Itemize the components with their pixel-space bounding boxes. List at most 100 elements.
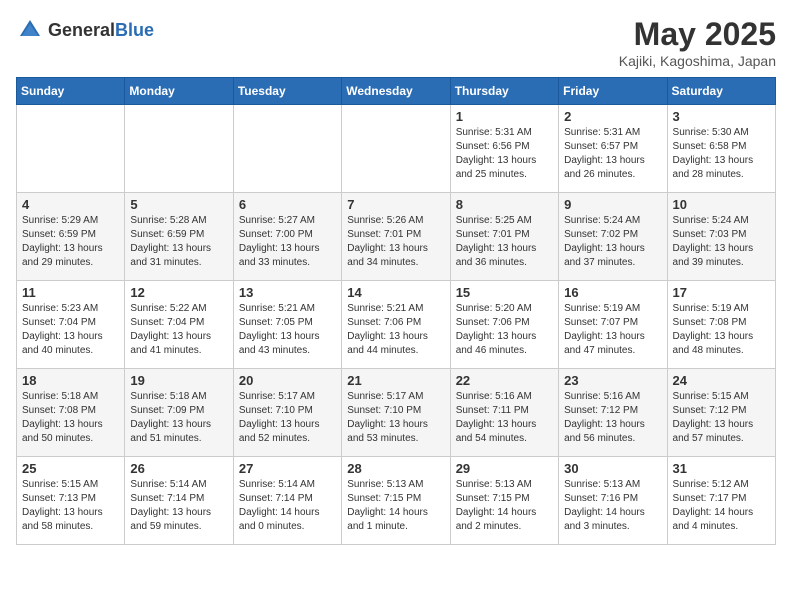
day-info: Sunrise: 5:20 AM Sunset: 7:06 PM Dayligh… xyxy=(456,302,553,358)
weekday-header-thursday: Thursday xyxy=(450,78,558,105)
weekday-row: SundayMondayTuesdayWednesdayThursdayFrid… xyxy=(17,78,776,105)
calendar-header: SundayMondayTuesdayWednesdayThursdayFrid… xyxy=(17,78,776,105)
logo: GeneralBlue xyxy=(16,16,154,44)
calendar-cell xyxy=(125,105,233,193)
calendar-cell: 23 Sunrise: 5:16 AM Sunset: 7:12 PM Dayli… xyxy=(559,369,667,457)
day-number: 24 xyxy=(673,373,770,388)
calendar-cell: 5 Sunrise: 5:28 AM Sunset: 6:59 PM Daylig… xyxy=(125,193,233,281)
day-number: 23 xyxy=(564,373,661,388)
calendar-cell: 8 Sunrise: 5:25 AM Sunset: 7:01 PM Daylig… xyxy=(450,193,558,281)
calendar-table: SundayMondayTuesdayWednesdayThursdayFrid… xyxy=(16,77,776,545)
calendar-week-4: 25 Sunrise: 5:15 AM Sunset: 7:13 PM Dayli… xyxy=(17,457,776,545)
weekday-header-monday: Monday xyxy=(125,78,233,105)
day-number: 20 xyxy=(239,373,336,388)
day-number: 6 xyxy=(239,197,336,212)
day-info: Sunrise: 5:14 AM Sunset: 7:14 PM Dayligh… xyxy=(239,478,336,534)
calendar-cell: 17Sunrise: 5:19 AM Sunset: 7:08 PM Dayli… xyxy=(667,281,775,369)
day-info: Sunrise: 5:14 AM Sunset: 7:14 PM Dayligh… xyxy=(130,478,227,534)
month-title: May 2025 xyxy=(619,16,776,53)
day-number: 1 xyxy=(456,109,553,124)
calendar-cell: 30 Sunrise: 5:13 AM Sunset: 7:16 PM Dayli… xyxy=(559,457,667,545)
day-number: 17 xyxy=(673,285,770,300)
calendar-week-1: 4 Sunrise: 5:29 AM Sunset: 6:59 PM Daylig… xyxy=(17,193,776,281)
calendar-week-2: 11Sunrise: 5:23 AM Sunset: 7:04 PM Dayli… xyxy=(17,281,776,369)
day-number: 12 xyxy=(130,285,227,300)
day-number: 21 xyxy=(347,373,444,388)
calendar-cell: 18 Sunrise: 5:18 AM Sunset: 7:08 PM Dayli… xyxy=(17,369,125,457)
day-number: 16 xyxy=(564,285,661,300)
weekday-header-saturday: Saturday xyxy=(667,78,775,105)
logo-icon xyxy=(16,16,44,44)
day-info: Sunrise: 5:18 AM Sunset: 7:08 PM Dayligh… xyxy=(22,390,119,446)
calendar-cell: 25 Sunrise: 5:15 AM Sunset: 7:13 PM Dayli… xyxy=(17,457,125,545)
calendar-cell xyxy=(342,105,450,193)
day-info: Sunrise: 5:26 AM Sunset: 7:01 PM Dayligh… xyxy=(347,214,444,270)
day-number: 13 xyxy=(239,285,336,300)
day-info: Sunrise: 5:25 AM Sunset: 7:01 PM Dayligh… xyxy=(456,214,553,270)
day-info: Sunrise: 5:21 AM Sunset: 7:06 PM Dayligh… xyxy=(347,302,444,358)
day-number: 26 xyxy=(130,461,227,476)
day-info: Sunrise: 5:19 AM Sunset: 7:07 PM Dayligh… xyxy=(564,302,661,358)
day-info: Sunrise: 5:13 AM Sunset: 7:16 PM Dayligh… xyxy=(564,478,661,534)
day-info: Sunrise: 5:31 AM Sunset: 6:56 PM Dayligh… xyxy=(456,126,553,182)
day-number: 25 xyxy=(22,461,119,476)
day-info: Sunrise: 5:31 AM Sunset: 6:57 PM Dayligh… xyxy=(564,126,661,182)
day-number: 4 xyxy=(22,197,119,212)
calendar-cell: 26 Sunrise: 5:14 AM Sunset: 7:14 PM Dayli… xyxy=(125,457,233,545)
day-info: Sunrise: 5:28 AM Sunset: 6:59 PM Dayligh… xyxy=(130,214,227,270)
weekday-header-tuesday: Tuesday xyxy=(233,78,341,105)
calendar-cell: 31 Sunrise: 5:12 AM Sunset: 7:17 PM Dayli… xyxy=(667,457,775,545)
day-info: Sunrise: 5:29 AM Sunset: 6:59 PM Dayligh… xyxy=(22,214,119,270)
calendar-cell: 4 Sunrise: 5:29 AM Sunset: 6:59 PM Daylig… xyxy=(17,193,125,281)
day-number: 19 xyxy=(130,373,227,388)
day-number: 8 xyxy=(456,197,553,212)
calendar-cell: 27 Sunrise: 5:14 AM Sunset: 7:14 PM Dayli… xyxy=(233,457,341,545)
calendar-cell: 19 Sunrise: 5:18 AM Sunset: 7:09 PM Dayli… xyxy=(125,369,233,457)
logo-blue: Blue xyxy=(115,20,154,40)
day-info: Sunrise: 5:16 AM Sunset: 7:11 PM Dayligh… xyxy=(456,390,553,446)
calendar-cell: 11Sunrise: 5:23 AM Sunset: 7:04 PM Dayli… xyxy=(17,281,125,369)
calendar-cell: 6 Sunrise: 5:27 AM Sunset: 7:00 PM Daylig… xyxy=(233,193,341,281)
calendar-cell: 29Sunrise: 5:13 AM Sunset: 7:15 PM Dayli… xyxy=(450,457,558,545)
day-info: Sunrise: 5:21 AM Sunset: 7:05 PM Dayligh… xyxy=(239,302,336,358)
calendar-cell xyxy=(17,105,125,193)
calendar-cell xyxy=(233,105,341,193)
day-info: Sunrise: 5:13 AM Sunset: 7:15 PM Dayligh… xyxy=(347,478,444,534)
day-info: Sunrise: 5:18 AM Sunset: 7:09 PM Dayligh… xyxy=(130,390,227,446)
calendar-cell: 7 Sunrise: 5:26 AM Sunset: 7:01 PM Daylig… xyxy=(342,193,450,281)
day-number: 2 xyxy=(564,109,661,124)
calendar-cell: 24Sunrise: 5:15 AM Sunset: 7:12 PM Dayli… xyxy=(667,369,775,457)
day-number: 14 xyxy=(347,285,444,300)
page-header: GeneralBlue May 2025 Kajiki, Kagoshima, … xyxy=(16,16,776,69)
day-number: 28 xyxy=(347,461,444,476)
calendar-week-3: 18 Sunrise: 5:18 AM Sunset: 7:08 PM Dayli… xyxy=(17,369,776,457)
weekday-header-wednesday: Wednesday xyxy=(342,78,450,105)
day-info: Sunrise: 5:17 AM Sunset: 7:10 PM Dayligh… xyxy=(347,390,444,446)
calendar-cell: 9Sunrise: 5:24 AM Sunset: 7:02 PM Daylig… xyxy=(559,193,667,281)
location: Kajiki, Kagoshima, Japan xyxy=(619,53,776,69)
day-number: 31 xyxy=(673,461,770,476)
day-number: 15 xyxy=(456,285,553,300)
day-number: 10 xyxy=(673,197,770,212)
day-info: Sunrise: 5:12 AM Sunset: 7:17 PM Dayligh… xyxy=(673,478,770,534)
day-number: 18 xyxy=(22,373,119,388)
day-info: Sunrise: 5:27 AM Sunset: 7:00 PM Dayligh… xyxy=(239,214,336,270)
logo-text: GeneralBlue xyxy=(48,20,154,41)
day-info: Sunrise: 5:15 AM Sunset: 7:13 PM Dayligh… xyxy=(22,478,119,534)
calendar-body: 1 Sunrise: 5:31 AM Sunset: 6:56 PM Daylig… xyxy=(17,105,776,545)
day-number: 9 xyxy=(564,197,661,212)
calendar-cell: 20Sunrise: 5:17 AM Sunset: 7:10 PM Dayli… xyxy=(233,369,341,457)
calendar-cell: 21 Sunrise: 5:17 AM Sunset: 7:10 PM Dayli… xyxy=(342,369,450,457)
day-number: 27 xyxy=(239,461,336,476)
day-info: Sunrise: 5:16 AM Sunset: 7:12 PM Dayligh… xyxy=(564,390,661,446)
day-info: Sunrise: 5:22 AM Sunset: 7:04 PM Dayligh… xyxy=(130,302,227,358)
logo-general: General xyxy=(48,20,115,40)
calendar-cell: 10Sunrise: 5:24 AM Sunset: 7:03 PM Dayli… xyxy=(667,193,775,281)
calendar-cell: 16 Sunrise: 5:19 AM Sunset: 7:07 PM Dayli… xyxy=(559,281,667,369)
day-number: 7 xyxy=(347,197,444,212)
day-number: 5 xyxy=(130,197,227,212)
day-number: 30 xyxy=(564,461,661,476)
day-info: Sunrise: 5:23 AM Sunset: 7:04 PM Dayligh… xyxy=(22,302,119,358)
calendar-week-0: 1 Sunrise: 5:31 AM Sunset: 6:56 PM Daylig… xyxy=(17,105,776,193)
title-area: May 2025 Kajiki, Kagoshima, Japan xyxy=(619,16,776,69)
